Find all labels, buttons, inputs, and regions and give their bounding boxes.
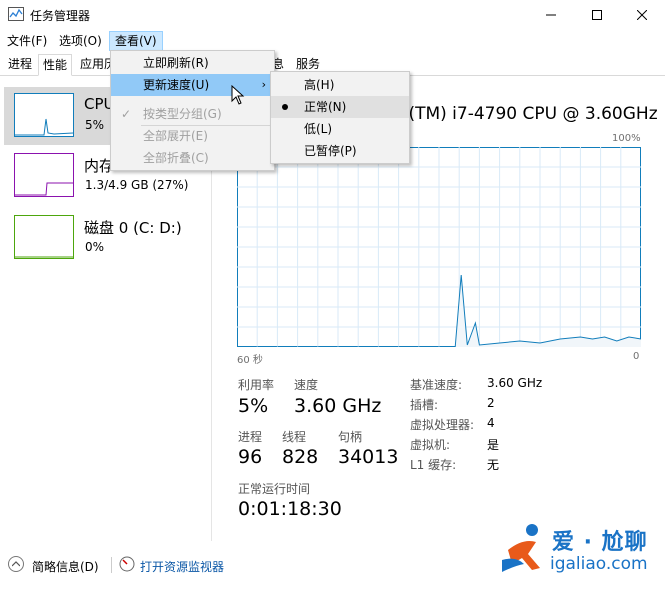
threads-label: 线程: [282, 430, 307, 444]
chevron-right-icon: ›: [261, 78, 266, 91]
close-button[interactable]: [619, 0, 665, 30]
title-bar: 任务管理器: [0, 0, 665, 30]
resource-cpu-value: 5%: [85, 118, 105, 132]
menu-item-refresh-now[interactable]: 立即刷新(R): [111, 52, 274, 74]
speed-option-normal-label: 正常(N): [304, 100, 347, 114]
maximize-button[interactable]: [574, 0, 620, 30]
menu-bar: 文件(F) 选项(O) 查看(V): [0, 30, 665, 52]
view-menu-dropdown: 立即刷新(R) 更新速度(U) › ✓ 按类型分组(G) 全部展开(E) 全部折…: [110, 50, 275, 171]
menu-item-expand-all: 全部展开(E): [111, 125, 274, 147]
menu-item-group-by-type: ✓ 按类型分组(G): [111, 103, 274, 125]
watermark-title: 爱 · 尬聊: [552, 530, 648, 555]
resource-monitor-icon: [119, 556, 135, 572]
cpu-utilization-graph: [237, 147, 641, 347]
handles-label: 句柄: [338, 430, 363, 444]
site-watermark: 爱 · 尬聊 igaliao.com: [498, 520, 658, 582]
menu-view[interactable]: 查看(V): [109, 31, 163, 51]
speed-option-paused[interactable]: 已暂停(P): [271, 140, 409, 162]
cpu-thumbnail-graph: [14, 93, 74, 137]
speed-option-high[interactable]: 高(H): [271, 74, 409, 96]
threads-value: 828: [282, 446, 319, 468]
handles-value: 34013: [338, 446, 399, 468]
chevron-up-icon[interactable]: [8, 556, 24, 572]
graph-time-span: 60 秒: [237, 355, 263, 366]
speed-option-high-label: 高(H): [304, 78, 335, 92]
speed-value: 3.60 GHz: [294, 395, 382, 417]
cpu-model-heading: e(TM) i7-4790 CPU @ 3.60GHz: [398, 104, 658, 124]
maximize-icon: [592, 10, 602, 20]
memory-thumbnail-graph: [14, 153, 74, 197]
speed-option-normal[interactable]: 正常(N): [271, 96, 409, 118]
watermark-url: igaliao.com: [550, 554, 648, 574]
speed-option-low-label: 低(L): [304, 122, 333, 136]
menu-item-collapse-all-label: 全部折叠(C): [143, 151, 209, 165]
speed-option-paused-label: 已暂停(P): [304, 144, 357, 158]
checkmark-icon: ✓: [120, 107, 132, 121]
menu-item-expand-all-label: 全部展开(E): [143, 129, 208, 143]
menu-item-collapse-all: 全部折叠(C): [111, 147, 274, 169]
processes-value: 96: [238, 446, 263, 468]
spec-virtual-processors-value: 4: [487, 416, 495, 430]
open-resource-monitor-link[interactable]: 打开资源监视器: [140, 558, 224, 575]
processes-label: 进程: [238, 430, 263, 444]
spec-virtual-machine-value: 是: [487, 438, 500, 452]
uptime-label: 正常运行时间: [238, 482, 311, 496]
menu-item-update-speed-label: 更新速度(U): [143, 78, 210, 92]
window-title: 任务管理器: [30, 9, 91, 23]
resource-disk-title: 磁盘 0 (C: D:): [84, 219, 182, 237]
utilization-value: 5%: [238, 395, 269, 417]
graph-max-label: 100%: [612, 133, 641, 144]
radio-selected-icon: [282, 104, 288, 110]
resource-disk-value: 0%: [85, 240, 105, 254]
disk-thumbnail-graph: [14, 215, 74, 259]
resource-disk[interactable]: 磁盘 0 (C: D:) 0%: [4, 209, 209, 267]
runner-logo-icon: [502, 524, 540, 572]
spec-l1-cache-label: L1 缓存:: [410, 458, 457, 472]
tab-processes[interactable]: 进程: [4, 54, 36, 76]
update-speed-submenu: 高(H) 正常(N) 低(L) 已暂停(P): [270, 71, 410, 164]
menu-options[interactable]: 选项(O): [54, 31, 107, 51]
fewer-details-button[interactable]: 简略信息(D): [32, 558, 99, 575]
spec-sockets-label: 插槽:: [410, 398, 439, 412]
minimize-button[interactable]: [528, 0, 574, 30]
menu-item-update-speed[interactable]: 更新速度(U) ›: [111, 74, 274, 96]
spec-sockets-value: 2: [487, 396, 495, 410]
spec-virtual-machine-label: 虚拟机:: [410, 438, 451, 452]
task-manager-icon: [8, 7, 24, 21]
uptime-value: 0:01:18:30: [238, 498, 342, 520]
footer-divider: [111, 557, 112, 573]
close-icon: [637, 10, 647, 20]
spec-base-speed-value: 3.60 GHz: [487, 376, 543, 390]
spec-virtual-processors-label: 虚拟处理器:: [410, 418, 475, 432]
mouse-pointer-icon: [231, 85, 245, 105]
minimize-icon: [546, 14, 556, 16]
graph-time-end: 0: [633, 351, 640, 362]
speed-label: 速度: [294, 378, 319, 392]
menu-file[interactable]: 文件(F): [2, 31, 52, 51]
menu-item-refresh-now-label: 立即刷新(R): [143, 56, 209, 70]
speed-option-low[interactable]: 低(L): [271, 118, 409, 140]
utilization-label: 利用率: [238, 378, 275, 392]
spec-base-speed-label: 基准速度:: [410, 378, 463, 392]
graph-grid: [237, 147, 641, 347]
spec-l1-cache-value: 无: [487, 458, 500, 472]
tab-performance[interactable]: 性能: [38, 54, 73, 76]
menu-item-group-by-type-label: 按类型分组(G): [143, 107, 222, 121]
resource-memory-value: 1.3/4.9 GB (27%): [85, 178, 189, 192]
